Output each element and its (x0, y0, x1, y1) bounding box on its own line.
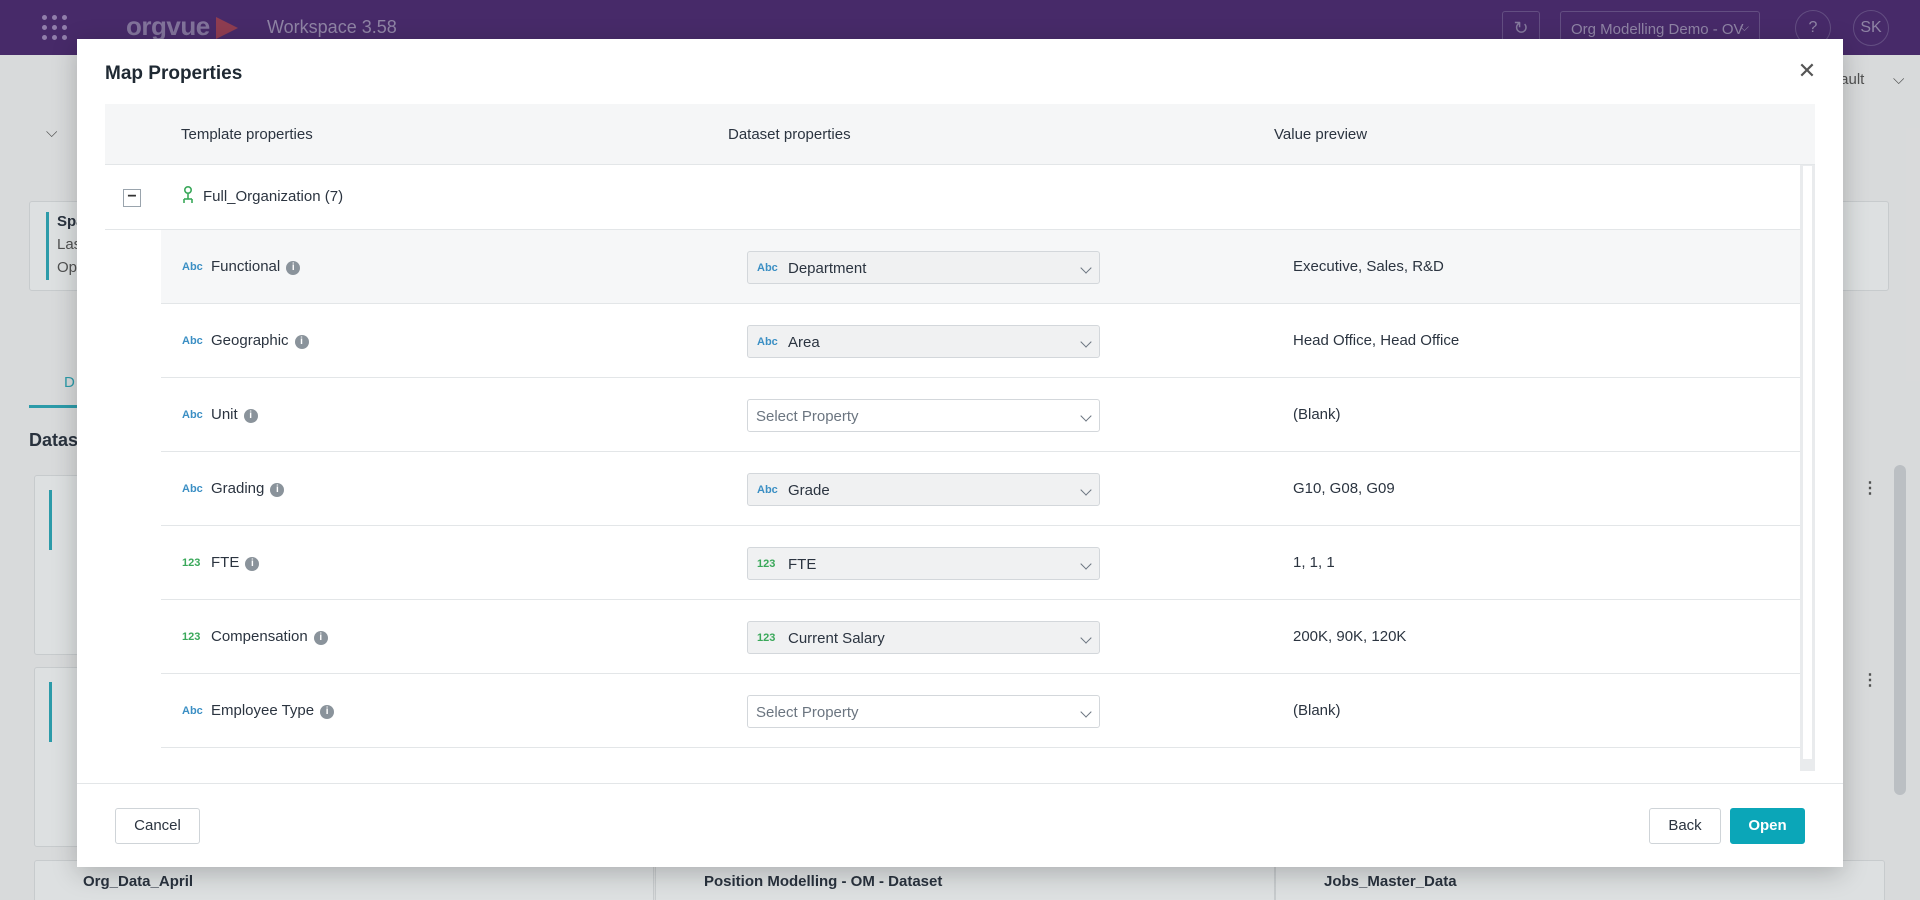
info-icon[interactable]: i (320, 705, 335, 719)
template-property-name: FTE i (211, 554, 260, 571)
template-property-name: Grading i (211, 480, 285, 497)
number-type-icon: 123 (182, 631, 201, 643)
column-header-template: Template properties (181, 126, 313, 143)
select-value: Current Salary (788, 630, 885, 647)
value-preview: 1, 1, 1 (1293, 554, 1335, 571)
table-row: Abc Geographic i Abc Area Head Office, He… (161, 304, 1800, 378)
select-placeholder: Select Property (756, 408, 859, 425)
collapse-button[interactable]: − (123, 189, 141, 207)
group-label: Full_Organization (7) (203, 188, 344, 205)
value-preview: G10, G08, G09 (1293, 480, 1395, 497)
template-property-name: Unit i (211, 406, 258, 423)
mapping-table: Template properties Dataset properties V… (105, 104, 1815, 771)
open-button[interactable]: Open (1730, 808, 1805, 844)
select-value: Grade (788, 482, 830, 499)
dataset-property-select[interactable]: Abc Area (747, 325, 1100, 358)
scrollbar-thumb[interactable] (1802, 165, 1813, 760)
info-icon[interactable]: i (245, 557, 260, 571)
value-preview: Head Office, Head Office (1293, 332, 1460, 349)
info-icon[interactable]: i (270, 483, 285, 497)
template-property-name: Employee Type i (211, 702, 335, 719)
chevron-down-icon (1080, 336, 1092, 348)
text-type-icon: Abc (757, 262, 778, 274)
dataset-property-select[interactable]: 123 FTE (747, 547, 1100, 580)
number-type-icon: 123 (182, 557, 201, 569)
table-row: Abc Employee Type i Select Property (Blan… (161, 674, 1800, 748)
text-type-icon: Abc (757, 484, 778, 496)
chevron-down-icon (1080, 632, 1092, 644)
chevron-down-icon (1080, 410, 1092, 422)
close-icon[interactable]: ✕ (1795, 59, 1819, 83)
dataset-property-select[interactable]: 123 Current Salary (747, 621, 1100, 654)
template-property-name: Compensation i (211, 628, 328, 645)
dialog-title: Map Properties (105, 63, 243, 84)
text-type-icon: Abc (182, 409, 203, 421)
template-property-name: Functional i (211, 258, 301, 275)
chevron-down-icon (1080, 484, 1092, 496)
back-button[interactable]: Back (1649, 808, 1721, 844)
value-preview: Executive, Sales, R&D (1293, 258, 1444, 275)
table-row: Abc Grading i Abc Grade G10, G08, G09 (161, 452, 1800, 526)
text-type-icon: Abc (757, 336, 778, 348)
dialog-footer: Cancel Back Open (77, 783, 1843, 867)
dataset-property-select[interactable]: Select Property (747, 695, 1100, 728)
template-property-name: Geographic i (211, 332, 309, 349)
text-type-icon: Abc (182, 483, 203, 495)
number-type-icon: 123 (757, 558, 776, 570)
column-header-preview: Value preview (1274, 126, 1368, 143)
select-value: FTE (788, 556, 817, 573)
text-type-icon: Abc (182, 261, 203, 273)
info-icon[interactable]: i (243, 409, 258, 423)
dataset-icon (183, 186, 193, 203)
map-properties-dialog: Map Properties ✕ Template properties Dat… (77, 39, 1843, 867)
select-value: Department (788, 260, 867, 277)
info-icon[interactable]: i (294, 335, 309, 349)
select-placeholder: Select Property (756, 704, 859, 721)
table-row: 123 Compensation i 123 Current Salary 200… (161, 600, 1800, 674)
table-row: 123 FTE i 123 FTE 1, 1, 1 (161, 526, 1800, 600)
table-row: Abc Functional i Abc Department Executive… (161, 230, 1800, 304)
table-row: Abc Unit i Select Property (Blank) (161, 378, 1800, 452)
value-preview: 200K, 90K, 120K (1293, 628, 1407, 645)
dataset-property-select[interactable]: Select Property (747, 399, 1100, 432)
table-scrollbar[interactable] (1800, 165, 1815, 771)
chevron-down-icon (1080, 706, 1092, 718)
group-row: − Full_Organization (7) (105, 165, 1800, 230)
value-preview: (Blank) (1293, 702, 1341, 719)
cancel-button[interactable]: Cancel (115, 808, 200, 844)
dataset-property-select[interactable]: Abc Department (747, 251, 1100, 284)
chevron-down-icon (1080, 558, 1092, 570)
column-header-dataset: Dataset properties (728, 126, 851, 143)
chevron-down-icon (1080, 262, 1092, 274)
select-value: Area (788, 334, 820, 351)
table-header: Template properties Dataset properties V… (105, 104, 1815, 165)
info-icon[interactable]: i (313, 631, 328, 645)
text-type-icon: Abc (182, 705, 203, 717)
info-icon[interactable]: i (286, 261, 301, 275)
text-type-icon: Abc (182, 335, 203, 347)
dataset-property-select[interactable]: Abc Grade (747, 473, 1100, 506)
number-type-icon: 123 (757, 632, 776, 644)
value-preview: (Blank) (1293, 406, 1341, 423)
